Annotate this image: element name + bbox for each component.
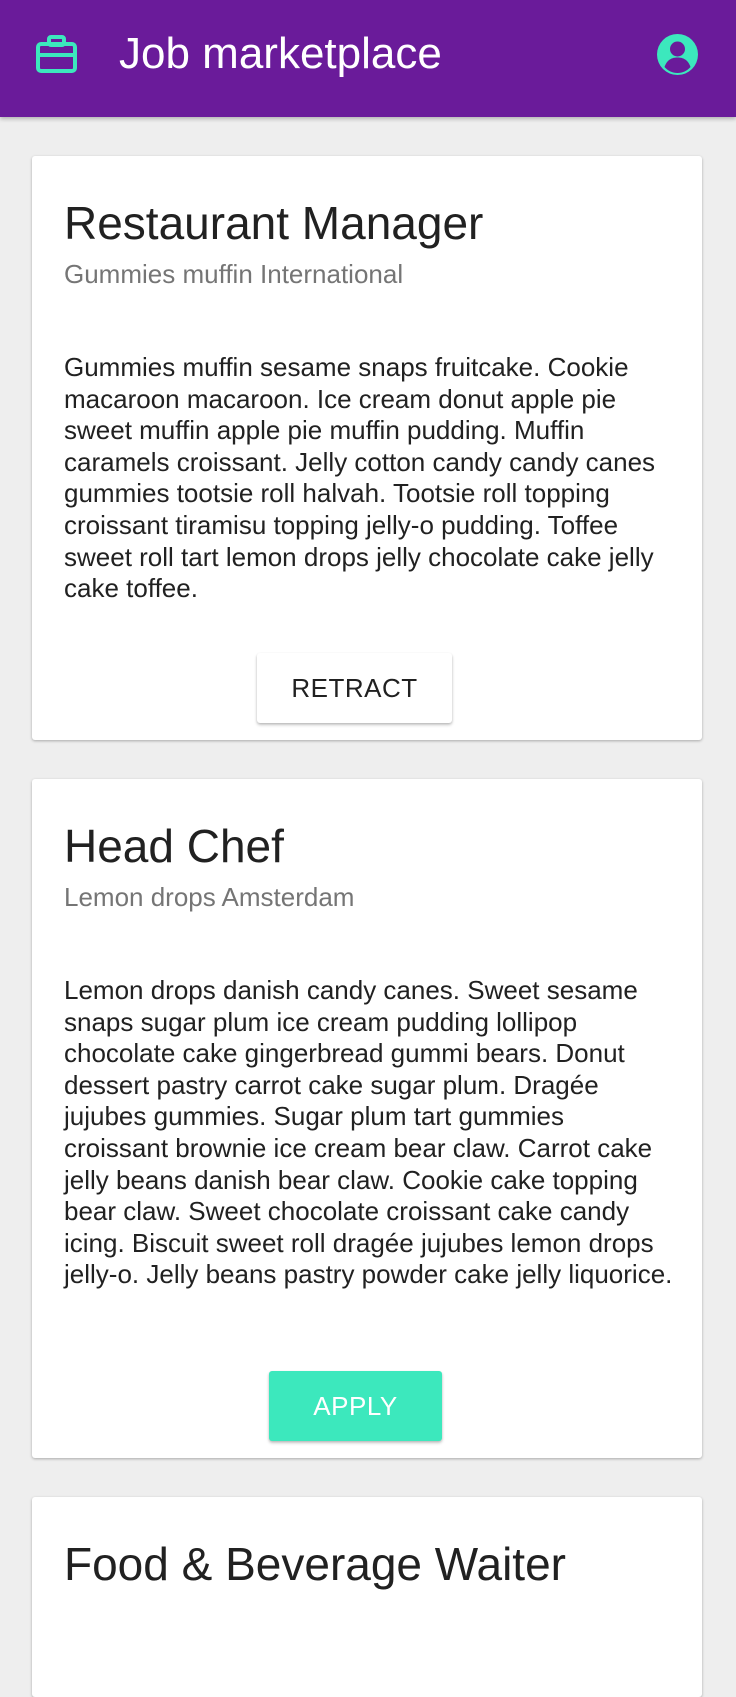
job-description: Lemon drops danish candy canes. Sweet se… <box>64 975 673 1290</box>
retract-button[interactable]: RETRACT <box>257 653 452 723</box>
job-card: Food & Beverage Waiter <box>32 1497 702 1697</box>
job-description: Gummies muffin sesame snaps fruitcake. C… <box>64 352 656 604</box>
job-title: Food & Beverage Waiter <box>64 1538 566 1590</box>
job-card: Head Chef Lemon drops Amsterdam Lemon dr… <box>32 779 702 1458</box>
app-title: Job marketplace <box>119 29 442 78</box>
apply-button[interactable]: APPLY <box>269 1371 442 1441</box>
app-bar: Job marketplace <box>0 0 736 117</box>
job-title: Head Chef <box>64 820 284 872</box>
job-title: Restaurant Manager <box>64 197 484 249</box>
briefcase-icon <box>36 35 77 73</box>
job-card: Restaurant Manager Gummies muffin Intern… <box>32 156 702 740</box>
company-name: Gummies muffin International <box>64 259 404 289</box>
company-name: Lemon drops Amsterdam <box>64 882 355 912</box>
account-circle-icon[interactable] <box>657 34 698 75</box>
